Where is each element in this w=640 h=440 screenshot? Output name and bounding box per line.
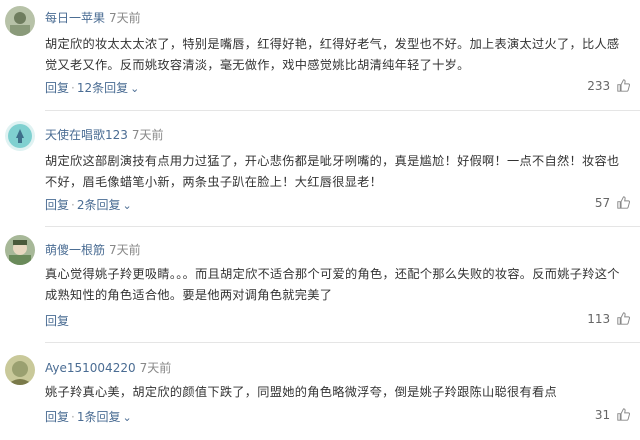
comment-text: 真心觉得姚子羚更吸睛。。。而且胡定欣不适合那个可爱的角色，还配个那么失败的妆容。…	[45, 267, 620, 302]
avatar[interactable]	[5, 235, 35, 265]
username[interactable]: 天使在唱歌123	[45, 128, 128, 142]
comment-actions: 回复 · 2条回复 ⌄	[45, 196, 132, 213]
comment-meta: 天使在唱歌123 7天前	[45, 126, 164, 143]
like-button[interactable]: 57	[595, 196, 630, 210]
comment-actions: 回复 · 1条回复 ⌄	[45, 408, 132, 425]
avatar[interactable]	[5, 355, 35, 385]
comment-meta: 每日一苹果 7天前	[45, 9, 141, 26]
reply-button[interactable]: 回复	[45, 314, 69, 328]
avatar[interactable]	[5, 6, 35, 36]
chevron-down-icon[interactable]: ⌄	[122, 411, 131, 424]
like-button[interactable]: 31	[595, 408, 630, 422]
chevron-down-icon[interactable]: ⌄	[122, 199, 131, 212]
avatar[interactable]	[5, 121, 35, 151]
timestamp: 7天前	[109, 11, 141, 25]
timestamp: 7天前	[131, 128, 164, 142]
timestamp: 7天前	[109, 243, 141, 257]
thumbs-up-icon	[617, 408, 630, 421]
separator: ·	[71, 410, 75, 424]
thumbs-up-icon	[617, 79, 630, 92]
chevron-down-icon[interactable]: ⌄	[130, 82, 139, 95]
reply-button[interactable]: 回复	[45, 410, 69, 424]
thumbs-up-icon	[617, 312, 630, 325]
view-replies-link[interactable]: 2条回复	[77, 198, 121, 212]
like-count: 113	[587, 312, 611, 326]
separator: ·	[71, 198, 75, 212]
like-count: 233	[587, 79, 611, 93]
reply-button[interactable]: 回复	[45, 81, 69, 95]
timestamp: 7天前	[139, 361, 172, 375]
username[interactable]: Aye151004220	[45, 361, 136, 375]
comment-text: 胡定欣这部剧演技有点用力过猛了，开心悲伤都是呲牙咧嘴的，真是尴尬！好假啊！一点不…	[45, 154, 620, 189]
separator: ·	[71, 81, 75, 95]
comment-text: 胡定欣的妆太太太浓了，特别是嘴唇，红得好艳，红得好老气，发型也不好。加上表演太过…	[45, 37, 620, 72]
like-count: 31	[594, 408, 611, 422]
divider	[45, 110, 640, 111]
comment-actions: 回复	[45, 312, 69, 329]
view-replies-link[interactable]: 1条回复	[77, 410, 121, 424]
comment-meta: 萌傻一根筋 7天前	[45, 241, 141, 258]
like-button[interactable]: 233	[587, 79, 630, 93]
comment-meta: Aye151004220 7天前	[45, 359, 171, 376]
username[interactable]: 每日一苹果	[45, 11, 105, 25]
username[interactable]: 萌傻一根筋	[45, 243, 105, 257]
view-replies-link[interactable]: 12条回复	[77, 81, 128, 95]
like-button[interactable]: 113	[587, 312, 630, 326]
divider	[45, 342, 640, 343]
reply-button[interactable]: 回复	[45, 198, 69, 212]
like-count: 57	[594, 196, 611, 210]
divider	[45, 226, 640, 227]
comment-text: 姚子羚真心美，胡定欣的颜值下跌了，同盟她的角色略微浮夸，倒是姚子羚跟陈山聪很有看…	[45, 385, 557, 399]
comment-actions: 回复 · 12条回复 ⌄	[45, 79, 139, 96]
thumbs-up-icon	[617, 196, 630, 209]
